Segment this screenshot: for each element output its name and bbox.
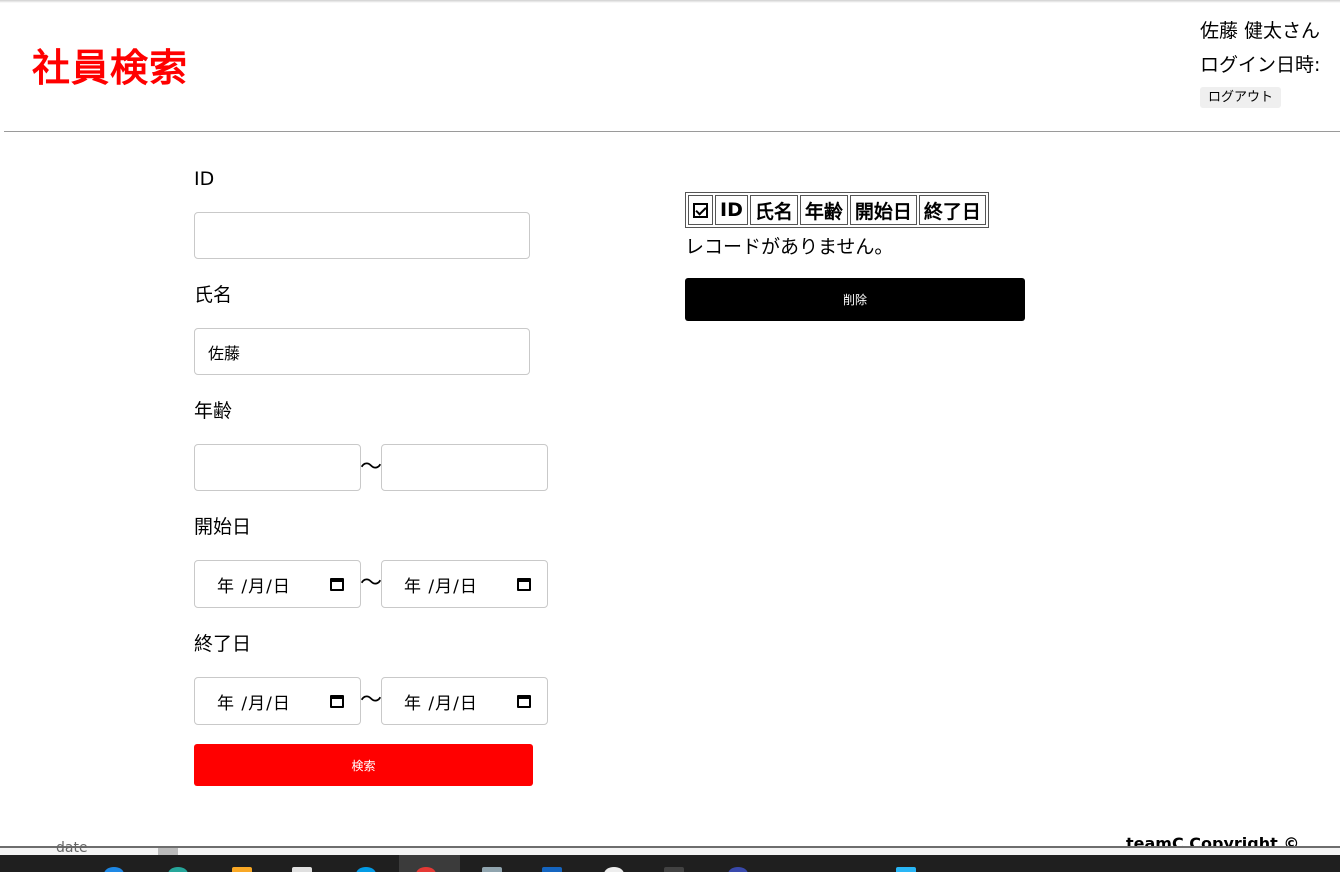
column-header-age: 年齢	[799, 195, 848, 225]
start-date-from-input[interactable]: 年 /月/日	[194, 560, 361, 608]
age-label: 年齢	[194, 400, 233, 422]
end-date-from-input[interactable]: 年 /月/日	[194, 677, 361, 725]
taskbar-app-icon[interactable]	[728, 867, 748, 872]
end-date-range-separator: 〜	[360, 688, 383, 713]
login-time-label: ログイン日時:	[1200, 54, 1321, 76]
results-panel: ID 氏名 年齢 開始日 終了日 レコードがありません。 削除	[685, 192, 1025, 321]
date-placeholder: 年 /月/日	[404, 693, 478, 714]
window-top-shadow	[0, 0, 1340, 3]
taskbar-app-icon[interactable]	[482, 867, 502, 872]
background-scrollbar	[158, 848, 178, 855]
search-button[interactable]: 検索	[194, 744, 533, 786]
column-header-name: 氏名	[749, 195, 798, 225]
column-header-end-date: 終了日	[918, 195, 986, 225]
calendar-icon[interactable]	[517, 578, 531, 591]
os-taskbar	[0, 855, 1340, 872]
age-to-input[interactable]	[381, 444, 548, 491]
start-date-range-separator: 〜	[360, 571, 383, 596]
calendar-icon[interactable]	[330, 695, 344, 708]
folder-icon[interactable]	[232, 867, 252, 872]
column-header-id: ID	[715, 195, 748, 225]
taskbar-app-icon[interactable]	[542, 867, 562, 872]
taskbar-app-icon[interactable]	[896, 867, 916, 872]
taskbar-app-icon[interactable]	[168, 867, 188, 872]
end-date-label: 終了日	[194, 633, 252, 655]
calendar-icon[interactable]	[517, 695, 531, 708]
taskbar-app-icon[interactable]	[604, 867, 624, 872]
age-from-input[interactable]	[194, 444, 361, 491]
user-info: 佐藤 健太さん ログイン日時: ログアウト	[1200, 14, 1340, 108]
table-header-row: ID 氏名 年齢 開始日 終了日	[688, 195, 986, 225]
date-placeholder: 年 /月/日	[217, 693, 291, 714]
taskbar-app-icon[interactable]	[356, 867, 376, 872]
date-placeholder: 年 /月/日	[217, 576, 291, 597]
taskbar-app-icon[interactable]	[292, 867, 312, 872]
id-input[interactable]	[194, 212, 530, 259]
background-tab-label: date	[56, 840, 88, 856]
start-date-to-input[interactable]: 年 /月/日	[381, 560, 548, 608]
user-name: 佐藤 健太さん	[1200, 20, 1321, 42]
date-placeholder: 年 /月/日	[404, 576, 478, 597]
calendar-icon[interactable]	[330, 578, 344, 591]
results-table: ID 氏名 年齢 開始日 終了日	[685, 192, 989, 228]
name-label: 氏名	[194, 284, 233, 306]
end-date-to-input[interactable]: 年 /月/日	[381, 677, 548, 725]
background-window-strip	[0, 848, 1340, 855]
select-all-header[interactable]	[688, 195, 713, 225]
delete-button[interactable]: 削除	[685, 278, 1025, 321]
terminal-icon[interactable]	[664, 867, 684, 872]
age-range-separator: 〜	[360, 455, 383, 480]
page-title: 社員検索	[32, 46, 189, 90]
column-header-start-date: 開始日	[849, 195, 917, 225]
header-divider	[4, 131, 1340, 132]
empty-results-message: レコードがありません。	[685, 236, 894, 258]
start-date-label: 開始日	[194, 516, 252, 538]
taskbar-app-icon[interactable]	[104, 867, 124, 872]
checkbox-icon[interactable]	[693, 203, 708, 218]
id-label: ID	[194, 168, 215, 190]
logout-button[interactable]: ログアウト	[1200, 87, 1282, 108]
name-input[interactable]	[194, 328, 530, 375]
